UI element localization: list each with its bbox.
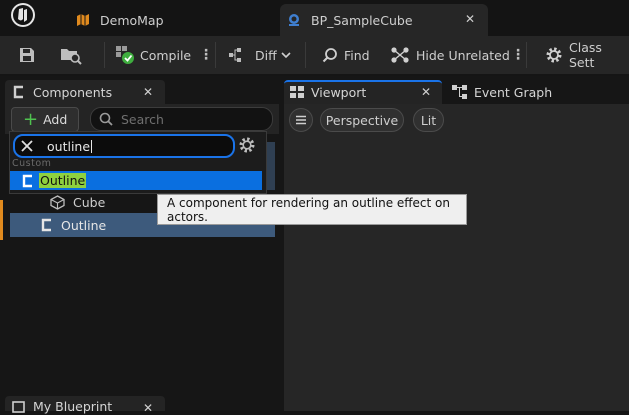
event-graph-tab-label: Event Graph: [474, 84, 553, 100]
viewport-tab-label: Viewport: [311, 84, 367, 100]
search-value: outline: [47, 138, 91, 154]
static-mesh-icon: [50, 194, 65, 210]
text-cursor: [91, 139, 93, 153]
viewport-options-button[interactable]: [289, 108, 313, 132]
close-viewport-icon[interactable]: ✕: [421, 85, 431, 99]
clear-search-icon[interactable]: [21, 140, 33, 152]
perspective-button[interactable]: Perspective: [320, 108, 404, 132]
gear-icon: [545, 46, 563, 64]
plus-icon: +: [23, 108, 39, 130]
find-button[interactable]: Find: [322, 36, 370, 74]
my-blueprint-title: My Blueprint: [33, 399, 113, 414]
browse-button[interactable]: [60, 36, 82, 74]
add-label: Add: [43, 112, 68, 127]
class-settings-button[interactable]: Class Sett: [545, 36, 629, 74]
viewport-canvas[interactable]: [284, 104, 629, 411]
component-class-icon: [40, 218, 53, 232]
diff-label: Diff: [255, 47, 277, 63]
tab-demomap[interactable]: DemoMap: [70, 4, 275, 36]
toolbar-divider: [305, 42, 306, 68]
toolbar-divider: [215, 42, 216, 68]
tooltip-text: A component for rendering an outline eff…: [167, 195, 450, 224]
class-settings-label: Class Sett: [569, 40, 602, 70]
close-my-blueprint-icon[interactable]: ✕: [143, 401, 153, 415]
viewport-tab-header: Viewport: [290, 80, 366, 104]
search-placeholder: Search: [121, 111, 164, 127]
category-custom-label: Custom: [12, 158, 52, 169]
search-icon: [99, 112, 113, 126]
component-class-icon: [21, 174, 34, 188]
diff-button[interactable]: Diff: [228, 36, 291, 74]
unreal-logo-icon[interactable]: [8, 0, 38, 30]
viewport-icon: [290, 86, 304, 98]
close-components-icon[interactable]: ✕: [143, 85, 153, 99]
tree-item-label: Cube: [73, 194, 106, 210]
save-button[interactable]: [18, 36, 36, 74]
compile-button[interactable]: Compile: [115, 36, 191, 74]
dropdown-result-outline[interactable]: Outline: [10, 171, 262, 190]
search-icon: [322, 47, 338, 63]
tab-event-graph[interactable]: Event Graph: [452, 80, 552, 104]
tree-item-label: Outline: [61, 217, 107, 233]
tab-label: DemoMap: [100, 12, 164, 28]
compile-label: Compile: [140, 47, 192, 63]
hide-unrelated-options-icon[interactable]: ⋮: [511, 36, 525, 74]
hide-unrelated-button[interactable]: Hide Unrelated: [390, 36, 510, 74]
components-icon: [12, 85, 25, 99]
browse-folder-icon: [60, 45, 82, 65]
tab-label: BP_SampleCube: [311, 12, 413, 28]
toolbar-divider: [526, 42, 527, 68]
components-search-input[interactable]: Search: [90, 107, 273, 131]
dropdown-settings-gear-icon[interactable]: [238, 136, 256, 154]
event-graph-icon: [452, 85, 467, 99]
hamburger-menu-icon: [295, 115, 307, 125]
toolbar: [0, 36, 629, 74]
chevron-down-icon: [281, 51, 291, 59]
level-map-icon: [76, 13, 90, 27]
diff-icon: [228, 47, 250, 63]
dropdown-result-label: Outline: [39, 173, 87, 188]
component-tooltip: A component for rendering an outline eff…: [157, 194, 467, 225]
my-blueprint-tab-header: My Blueprint: [12, 399, 112, 414]
add-button[interactable]: + Add: [11, 107, 79, 132]
lit-button[interactable]: Lit: [413, 108, 444, 132]
tab-bp-samplecube[interactable]: BP_SampleCube ✕: [280, 4, 488, 36]
blueprint-icon: [287, 13, 301, 27]
add-component-search-input[interactable]: outline: [13, 134, 235, 158]
close-tab-icon[interactable]: ✕: [465, 12, 475, 26]
compile-success-icon: [115, 45, 135, 65]
hide-unrelated-label: Hide Unrelated: [416, 47, 510, 63]
save-icon: [18, 46, 36, 64]
components-title: Components: [33, 84, 113, 100]
toolbar-divider: [104, 42, 105, 68]
find-label: Find: [344, 47, 370, 63]
modified-indicator: [0, 200, 3, 240]
compile-options-icon[interactable]: ⋮: [199, 36, 213, 74]
hide-unrelated-icon: [390, 46, 410, 64]
components-tab-header: Components: [12, 80, 112, 104]
